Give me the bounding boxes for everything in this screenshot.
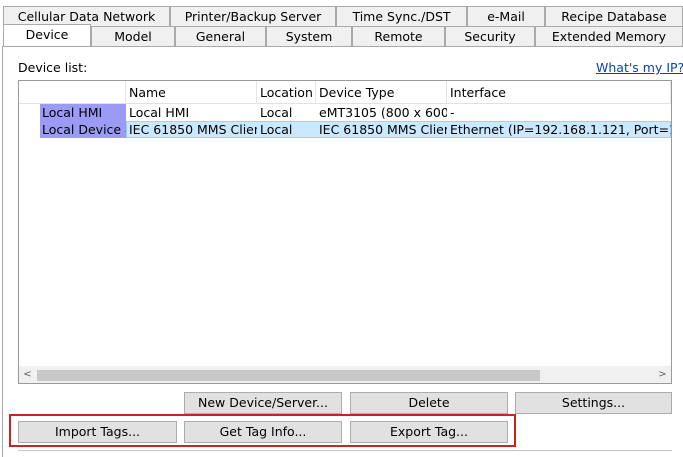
- cell-id: Local HMI: [42, 105, 103, 120]
- cell-interface: Ethernet (IP=192.168.1.121, Port=102): [450, 122, 671, 137]
- settings-button[interactable]: Settings...: [515, 392, 672, 414]
- divider: [18, 450, 672, 451]
- column-header-device-type[interactable]: Device Type: [316, 81, 447, 104]
- scroll-left-icon[interactable]: <: [19, 367, 36, 383]
- scroll-right-icon[interactable]: >: [654, 367, 671, 383]
- cell-device-type: eMT3105 (800 x 600): [319, 105, 447, 120]
- column-header-location[interactable]: Location: [257, 81, 316, 104]
- cell-id: Local Device 4: [42, 122, 126, 137]
- export-tag-button[interactable]: Export Tag...: [350, 421, 508, 443]
- delete-button[interactable]: Delete: [350, 392, 508, 414]
- tab-recipe-database[interactable]: Recipe Database: [545, 6, 683, 26]
- tab-time-sync-dst[interactable]: Time Sync./DST: [336, 6, 467, 26]
- tab-extended-memory[interactable]: Extended Memory: [535, 26, 683, 46]
- tab-row-upper: Cellular Data Network Printer/Backup Ser…: [0, 6, 683, 26]
- device-list-label: Device list:: [18, 60, 88, 75]
- cell-interface: -: [450, 105, 455, 120]
- cell-device-type: IEC 61850 MMS Client: [319, 122, 447, 137]
- tab-model[interactable]: Model: [91, 26, 175, 46]
- whats-my-ip-link[interactable]: What's my IP?: [596, 60, 683, 75]
- import-tags-button[interactable]: Import Tags...: [18, 421, 177, 443]
- tab-system[interactable]: System: [266, 26, 352, 46]
- column-header-id[interactable]: [19, 81, 126, 104]
- device-list[interactable]: Name Location Device Type Interface Loca…: [18, 80, 672, 384]
- tab-cellular-data-network[interactable]: Cellular Data Network: [3, 6, 170, 26]
- table-row[interactable]: Local HMI Local HMI Local eMT3105 (800 x…: [19, 104, 671, 121]
- get-tag-info-button[interactable]: Get Tag Info...: [184, 421, 342, 443]
- tab-row-lower: Device Model General System Remote Secur…: [0, 24, 683, 46]
- tab-printer-backup-server[interactable]: Printer/Backup Server: [170, 6, 336, 26]
- new-device-server-button[interactable]: New Device/Server...: [184, 392, 342, 414]
- cell-location: Local: [260, 105, 293, 120]
- tab-general[interactable]: General: [175, 26, 266, 46]
- cell-name: Local HMI: [129, 105, 190, 120]
- horizontal-scrollbar[interactable]: < >: [19, 366, 671, 383]
- device-list-header: Name Location Device Type Interface: [19, 81, 671, 104]
- scrollbar-thumb[interactable]: [37, 370, 540, 381]
- table-row[interactable]: Local Device 4 IEC 61850 MMS Client Loca…: [19, 121, 671, 138]
- tab-remote[interactable]: Remote: [352, 26, 445, 46]
- column-header-name[interactable]: Name: [126, 81, 257, 104]
- tab-device[interactable]: Device: [3, 24, 91, 46]
- tab-security[interactable]: Security: [445, 26, 535, 46]
- cell-name: IEC 61850 MMS Client: [129, 122, 257, 137]
- cell-location: Local: [260, 122, 293, 137]
- column-header-interface[interactable]: Interface: [447, 81, 671, 104]
- tab-email[interactable]: e-Mail: [467, 6, 545, 26]
